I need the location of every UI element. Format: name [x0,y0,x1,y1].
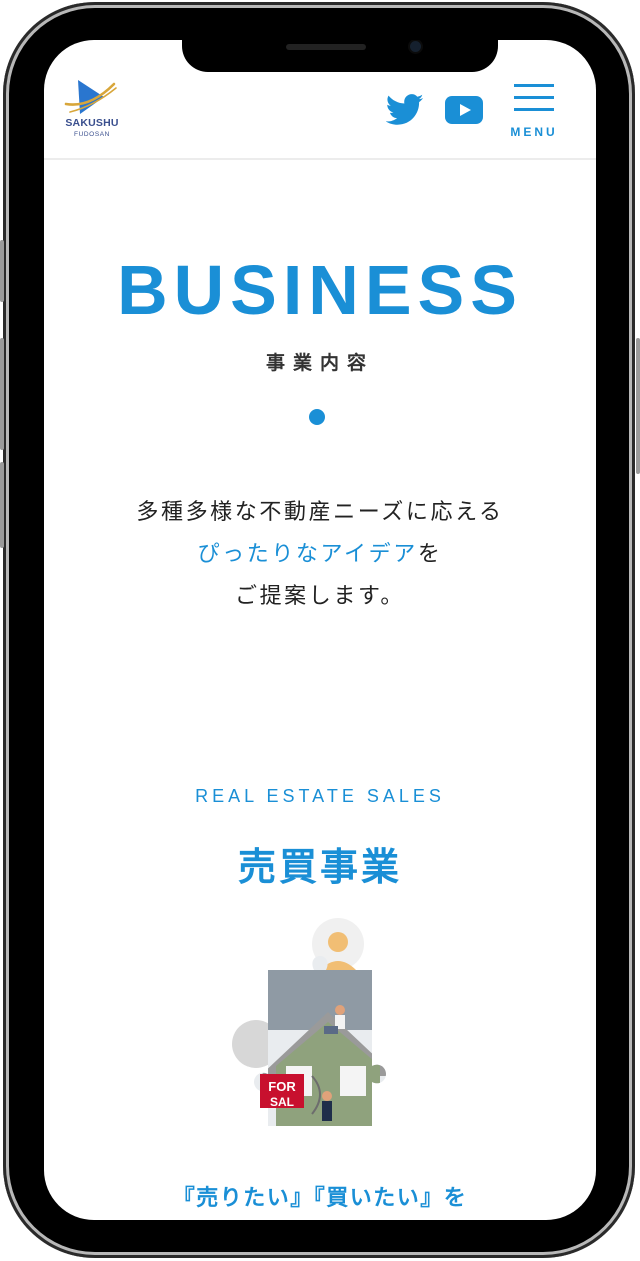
menu-label: MENU [510,125,558,139]
lead-line-2: ぴったりなアイデアを [44,534,596,576]
volume-down-button [0,462,4,548]
site-header: SAKUSHU FUDOSAN MENU [44,40,596,160]
menu-line-middle [514,96,554,99]
lead-line-1: 多種多様な不動産ニーズに応える [136,500,504,525]
page-title: BUSINESS [117,251,523,329]
lead-accent: ぴったりなアイデア [197,542,418,567]
lead-line-2-tail: を [417,542,443,567]
menu-button[interactable]: MENU [506,84,562,140]
logo-mark-icon [64,80,117,114]
power-button [636,338,640,474]
logo-subname: FUDOSAN [74,131,110,138]
silent-switch [0,240,4,302]
screen: SAKUSHU FUDOSAN MENU BUSINESS 事業内容 多種多様な… [44,40,596,1220]
page-subtitle: 事業内容 [265,352,374,374]
menu-line-top [514,84,554,87]
site-logo[interactable]: SAKUSHU FUDOSAN [62,78,122,148]
logo-name: SAKUSHU [65,117,119,129]
twitter-icon[interactable] [385,94,424,126]
menu-line-bottom [514,108,554,111]
real-estate-illustration: FOR SAL [216,916,442,1126]
section-lead-text: 『売りたい』『買いたい』を [172,1186,468,1211]
section-label-en: REAL ESTATE SALES [195,786,445,806]
volume-up-button [0,338,4,450]
section-title: 売買事業 [237,845,402,889]
youtube-icon[interactable] [445,96,483,124]
accent-dot [309,409,325,425]
lead-text: 多種多様な不動産ニーズに応える ぴったりなアイデアを ご提案します。 [44,492,596,618]
sign-text-1: FOR [268,1079,296,1094]
lead-line-3: ご提案します。 [234,584,405,609]
sign-text-2: SAL [270,1095,294,1109]
